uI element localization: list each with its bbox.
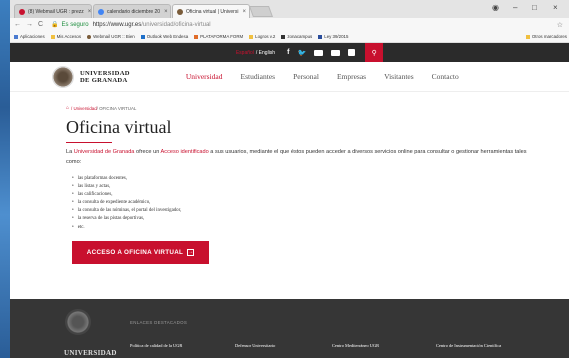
bookmark-item[interactable]: zonacampus — [281, 34, 312, 39]
secure-label[interactable]: Es seguro — [62, 22, 89, 28]
tab-oficina-virtual[interactable]: Oficina virtual | Universi × — [172, 4, 250, 18]
external-arrow-icon: → — [187, 248, 195, 256]
intro-paragraph: La Universidad de Granada ofrece un Acce… — [66, 149, 527, 165]
minimize-button[interactable]: – — [513, 3, 517, 12]
footer-logo-text: UNIVERSIDAD — [64, 349, 117, 357]
breadcrumb-universidad[interactable]: / Universidad — [71, 106, 97, 111]
ugr-favicon — [87, 34, 92, 39]
facebook-icon[interactable]: f — [287, 49, 289, 56]
tab-close-icon[interactable]: × — [164, 9, 168, 15]
link-universidad[interactable]: Universidad de Granada — [74, 149, 135, 155]
address-bar: ← → C 🔒 Es seguro https://www.ugr.es/uni… — [10, 18, 569, 31]
bookmark-item[interactable]: Ley 39/2015 — [318, 34, 348, 39]
folder-icon — [525, 34, 530, 39]
ugr-logo[interactable]: UNIVERSIDAD DE GRANADA — [52, 65, 130, 88]
lang-en[interactable]: / English — [256, 50, 275, 56]
nav-visitantes[interactable]: Visitantes — [384, 72, 414, 81]
list-item: las calificaciones, — [72, 191, 569, 199]
tab-close-icon[interactable]: × — [242, 9, 246, 15]
page-title: Oficina virtual — [66, 117, 172, 137]
tab-bar: (8) Webmail UGR : prezz × calendario dic… — [10, 0, 569, 18]
new-tab-button[interactable] — [248, 6, 274, 17]
tab-calendario[interactable]: calendario diciembre 20 × — [93, 4, 171, 18]
profile-icon[interactable]: ◉ — [492, 3, 499, 12]
tab-close-icon[interactable]: × — [88, 9, 91, 15]
list-item: las plataformas docentes, — [72, 175, 569, 183]
desktop-edge — [0, 0, 10, 358]
bookmark-item[interactable]: PLATAFORMA FORM — [194, 34, 243, 39]
bookmarks-bar: Aplicaciones Mis Accesos Webmail UGR :: … — [10, 31, 569, 43]
outlook-icon — [140, 34, 145, 39]
url-field[interactable]: https://www.ugr.es/universidad/oficina-v… — [93, 22, 211, 28]
bookmark-folder[interactable]: Mis Accesos — [50, 34, 81, 39]
footer-link[interactable]: Defensor Universitario — [235, 343, 275, 348]
ugr-favicon — [177, 8, 183, 15]
title-divider — [66, 142, 112, 143]
close-window-button[interactable]: × — [553, 3, 558, 12]
bookmark-item[interactable]: Outlook Web Endesa — [140, 34, 188, 39]
logo-text: UNIVERSIDAD DE GRANADA — [80, 69, 130, 84]
apps-grid-icon — [14, 34, 18, 39]
site-header: UNIVERSIDAD DE GRANADA Universidad Estud… — [10, 62, 569, 92]
footer-link[interactable]: Centro de Instrumentación Científica — [436, 343, 501, 348]
twitter-icon[interactable]: 🐦 — [297, 49, 306, 57]
list-item: las listas y actas, — [72, 183, 569, 191]
bookmark-item[interactable]: Webmail UGR :: Bien — [87, 34, 135, 39]
cta-label: ACCESO A OFICINA VIRTUAL — [86, 248, 184, 256]
url-path: /universidad/oficina-virtual — [141, 21, 211, 28]
folder-icon — [50, 34, 55, 39]
flickr-icon[interactable] — [348, 49, 356, 56]
nav-estudiantes[interactable]: Estudiantes — [241, 72, 276, 81]
bookmark-star-icon[interactable]: ☆ — [557, 21, 563, 29]
nav-empresas[interactable]: Empresas — [337, 72, 366, 81]
tab-label: calendario diciembre 20 — [107, 8, 161, 15]
google-favicon — [98, 8, 104, 15]
boe-icon — [318, 34, 323, 39]
list-item: la consulta de expediente académico, — [72, 199, 569, 207]
person-icon — [281, 34, 286, 39]
tab-label: (8) Webmail UGR : prezz — [28, 8, 84, 15]
url-host: https://www.ugr.es — [92, 21, 142, 28]
bookmark-apps[interactable]: Aplicaciones — [14, 34, 45, 39]
breadcrumb-current: / OFICINA VIRTUAL — [96, 105, 137, 111]
youtube-icon[interactable] — [314, 49, 324, 56]
main-content: ⌂ / Universidad / OFICINA VIRTUAL Oficin… — [10, 92, 569, 264]
lock-icon[interactable]: 🔒 — [51, 21, 58, 28]
home-icon[interactable]: ⌂ — [66, 105, 69, 111]
nav-contacto[interactable]: Contacto — [432, 72, 459, 81]
browser-window: (8) Webmail UGR : prezz × calendario dic… — [10, 0, 569, 358]
plataforma-icon — [194, 34, 199, 39]
site-footer: UNIVERSIDAD ENLACES DESTACADOS Política … — [10, 299, 569, 358]
tab-label: Oficina virtual | Universi — [186, 8, 239, 15]
services-list: las plataformas docentes, las listas y a… — [72, 175, 569, 232]
folder-icon — [249, 34, 254, 39]
ugr-crest-icon — [52, 65, 74, 88]
acceso-oficina-virtual-button[interactable]: ACCESO A OFICINA VIRTUAL → — [72, 240, 209, 264]
footer-heading: ENLACES DESTACADOS — [130, 320, 188, 325]
email-icon[interactable] — [331, 49, 341, 56]
search-button[interactable]: ⚲ — [365, 43, 384, 62]
main-nav: Universidad Estudiantes Personal Empresa… — [186, 72, 477, 81]
bookmark-item[interactable]: Logros v.2 — [249, 34, 275, 39]
list-item: etc. — [72, 224, 569, 232]
back-icon[interactable]: ← — [14, 21, 21, 28]
forward-icon[interactable]: → — [26, 21, 33, 28]
webmail-favicon — [19, 8, 25, 15]
footer-link[interactable]: Centro Mediterráneo UGR — [332, 343, 379, 348]
footer-crest-icon — [65, 309, 91, 335]
search-icon: ⚲ — [371, 49, 377, 57]
lang-es[interactable]: Español — [236, 50, 254, 56]
nav-universidad[interactable]: Universidad — [186, 72, 223, 81]
bookmark-other[interactable]: Otros marcadores — [525, 34, 567, 39]
list-item: la reserva de las pistas deportivas, — [72, 215, 569, 223]
list-item: la consulta de las nóminas, el portal de… — [72, 207, 569, 215]
nav-personal[interactable]: Personal — [293, 72, 319, 81]
site-topbar: Español / English f 🐦 ⚲ — [10, 43, 569, 62]
breadcrumb: ⌂ / Universidad / OFICINA VIRTUAL — [66, 105, 569, 111]
footer-link[interactable]: Política de calidad de la UGR — [130, 343, 182, 348]
link-acceso-identificado[interactable]: Acceso identificado — [161, 149, 209, 155]
maximize-button[interactable]: □ — [532, 3, 537, 12]
tab-webmail[interactable]: (8) Webmail UGR : prezz × — [14, 4, 92, 18]
reload-icon[interactable]: C — [38, 21, 43, 28]
